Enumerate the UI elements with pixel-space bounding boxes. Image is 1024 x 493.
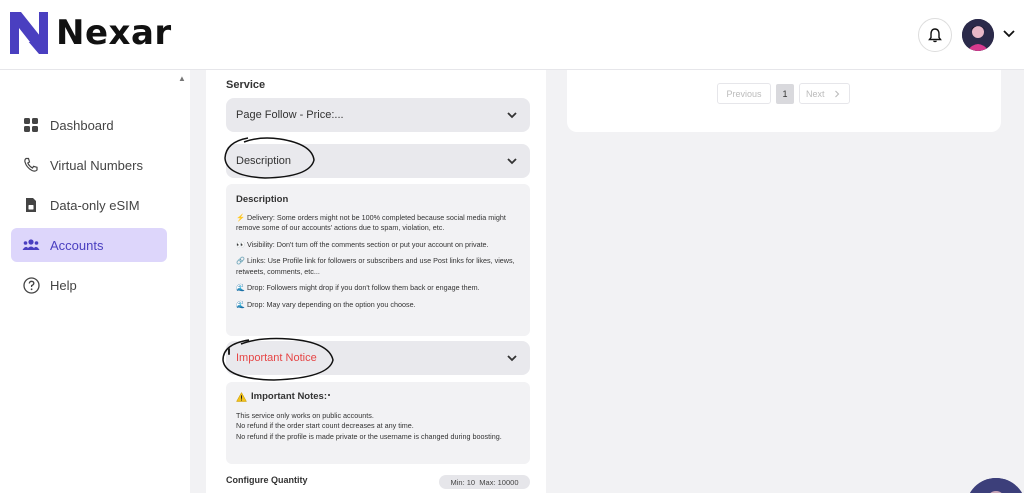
notice-line: This service only works on public accoun… — [236, 411, 374, 420]
description-line: 🌊 Drop: May vary depending on the option… — [236, 299, 416, 309]
sim-icon — [22, 196, 40, 214]
annotation-mark — [228, 348, 230, 355]
important-notice-toggle[interactable]: Important Notice — [226, 341, 530, 375]
grid-icon — [22, 116, 40, 134]
notice-line: No refund if the profile is made private… — [236, 431, 502, 441]
sidebar-item-virtual-numbers[interactable]: Virtual Numbers — [11, 148, 167, 182]
sidebar-item-label: Dashboard — [50, 117, 114, 133]
description-title: Description — [236, 194, 289, 205]
description-line: 🌊 Drop: Followers might drop if you don'… — [236, 283, 480, 293]
chevron-right-icon — [834, 90, 839, 97]
user-avatar[interactable] — [962, 19, 994, 51]
important-notes-title: Important Notes: — [251, 391, 327, 402]
brand-name: Nexar — [56, 13, 172, 53]
sidebar-item-label: Help — [50, 277, 77, 293]
help-icon — [22, 276, 40, 294]
important-notice-label: Important Notice — [236, 352, 317, 364]
chevron-down-icon — [507, 112, 517, 119]
bell-icon — [928, 27, 942, 42]
quantity-label: Configure Quantity — [226, 475, 308, 485]
brand-logo[interactable]: Nexar — [10, 12, 172, 54]
description-line: 🔗 Links: Use Profile link for followers … — [236, 256, 515, 276]
sidebar-item-label: Virtual Numbers — [50, 157, 143, 173]
phone-icon — [22, 156, 40, 174]
pagination-next-button[interactable]: Next — [799, 83, 850, 104]
nexar-logo-icon — [10, 12, 48, 54]
min-label: Min: — [450, 477, 465, 487]
annotation-mark — [328, 394, 330, 396]
scroll-up-arrow-icon[interactable]: ▲ — [178, 74, 186, 83]
chevron-down-icon[interactable] — [1001, 26, 1017, 42]
service-select-value: Page Follow - Price:... — [236, 109, 344, 121]
notice-line: No refund if the order start count decre… — [236, 421, 414, 431]
important-notice-panel: Important Notes: This service only works… — [226, 382, 530, 464]
service-select[interactable]: Page Follow - Price:... — [226, 98, 530, 132]
description-panel: Description ⚡ Delivery: Some orders migh… — [226, 184, 530, 336]
warning-icon — [236, 391, 247, 402]
description-line: 👀 Visibility: Don't turn off the comment… — [236, 239, 489, 249]
max-value: 10000 — [497, 477, 519, 487]
sidebar-item-help[interactable]: Help — [11, 268, 167, 302]
sidebar-item-data-esim[interactable]: Data-only eSIM — [11, 188, 167, 222]
top-header: Nexar — [0, 0, 1024, 70]
pagination-page-1[interactable]: 1 — [776, 84, 794, 104]
quantity-range-badge: Min: 10 Max: 10000 — [439, 475, 530, 489]
sidebar-item-accounts[interactable]: Accounts — [11, 228, 167, 262]
pagination-previous-button[interactable]: Previous — [717, 83, 771, 104]
notifications-button[interactable] — [918, 18, 952, 52]
sidebar-item-label: Data-only eSIM — [50, 197, 140, 213]
chevron-down-icon — [507, 355, 517, 362]
service-label: Service — [226, 79, 266, 91]
users-icon — [22, 236, 40, 254]
chevron-down-icon — [507, 158, 517, 165]
min-value: 10 — [466, 477, 476, 487]
description-toggle-label: Description — [236, 155, 292, 167]
sidebar-item-dashboard[interactable]: Dashboard — [11, 108, 167, 142]
sidebar-item-label: Accounts — [50, 237, 104, 253]
avatar-image — [962, 19, 994, 51]
description-toggle[interactable]: Description — [226, 144, 530, 178]
description-line: ⚡ Delivery: Some orders might not be 100… — [236, 213, 506, 233]
max-label: Max: — [479, 477, 496, 487]
important-notes-heading: Important Notes: — [236, 391, 520, 402]
pagination-next-label: Next — [806, 88, 825, 99]
